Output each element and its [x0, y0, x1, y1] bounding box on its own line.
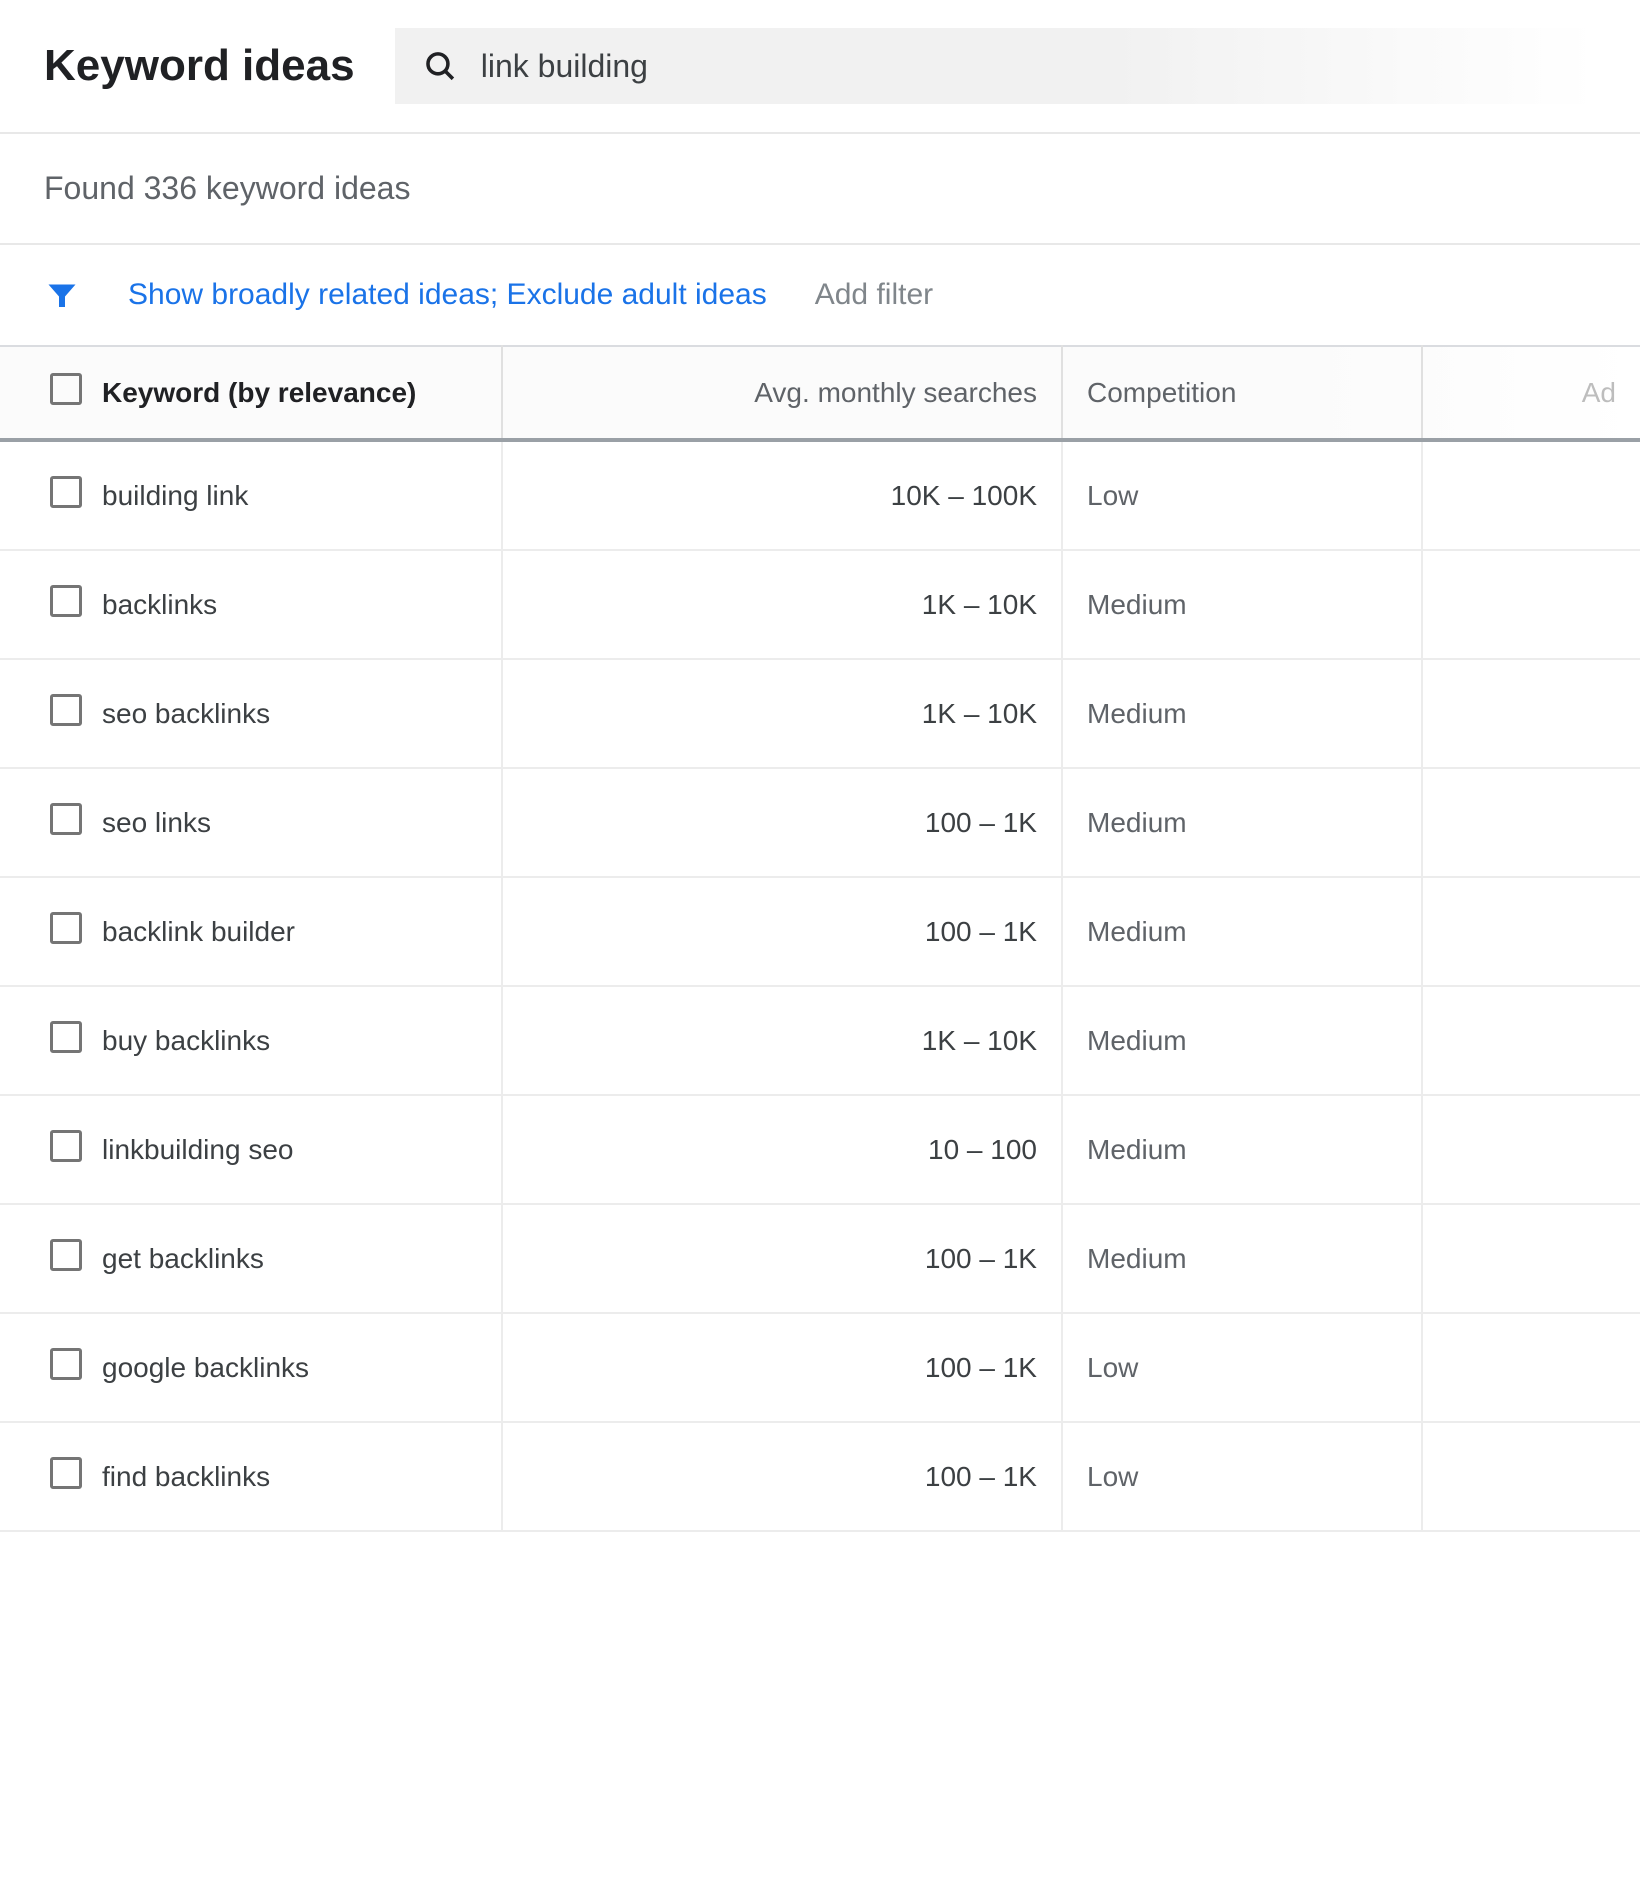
ad-cell: [1422, 1422, 1640, 1531]
table-row: seo links100 – 1KMedium: [0, 768, 1640, 877]
row-checkbox-cell[interactable]: [0, 1313, 102, 1422]
page-title: Keyword ideas: [44, 41, 355, 91]
row-checkbox-cell[interactable]: [0, 986, 102, 1095]
column-header-searches[interactable]: Avg. monthly searches: [502, 346, 1062, 440]
search-icon: [423, 48, 457, 84]
competition-cell: Medium: [1062, 768, 1422, 877]
keyword-cell[interactable]: buy backlinks: [102, 986, 502, 1095]
add-filter-button[interactable]: Add filter: [815, 278, 933, 312]
keyword-cell[interactable]: get backlinks: [102, 1204, 502, 1313]
row-checkbox-cell[interactable]: [0, 768, 102, 877]
table-row: backlink builder100 – 1KMedium: [0, 877, 1640, 986]
ad-cell: [1422, 550, 1640, 659]
keyword-cell[interactable]: backlinks: [102, 550, 502, 659]
ad-cell: [1422, 440, 1640, 550]
ad-cell: [1422, 1313, 1640, 1422]
select-all-header[interactable]: [0, 346, 102, 440]
row-checkbox-cell[interactable]: [0, 1095, 102, 1204]
row-checkbox[interactable]: [50, 1348, 82, 1380]
keyword-cell[interactable]: google backlinks: [102, 1313, 502, 1422]
competition-cell: Low: [1062, 440, 1422, 550]
row-checkbox-cell[interactable]: [0, 877, 102, 986]
keyword-cell[interactable]: seo links: [102, 768, 502, 877]
competition-cell: Low: [1062, 1422, 1422, 1531]
ad-cell: [1422, 877, 1640, 986]
keyword-cell[interactable]: linkbuilding seo: [102, 1095, 502, 1204]
competition-cell: Low: [1062, 1313, 1422, 1422]
searches-cell: 1K – 10K: [502, 659, 1062, 768]
keyword-cell[interactable]: find backlinks: [102, 1422, 502, 1531]
table-row: get backlinks100 – 1KMedium: [0, 1204, 1640, 1313]
row-checkbox-cell[interactable]: [0, 440, 102, 550]
filter-bar: Show broadly related ideas; Exclude adul…: [0, 243, 1640, 345]
header-bar: Keyword ideas: [0, 0, 1640, 132]
search-input[interactable]: [481, 48, 1568, 85]
row-checkbox[interactable]: [50, 1021, 82, 1053]
row-checkbox[interactable]: [50, 1457, 82, 1489]
searches-cell: 1K – 10K: [502, 986, 1062, 1095]
found-count-text: Found 336 keyword ideas: [0, 132, 1640, 243]
applied-filters-link[interactable]: Show broadly related ideas; Exclude adul…: [128, 278, 767, 312]
searches-cell: 10 – 100: [502, 1095, 1062, 1204]
keyword-cell[interactable]: building link: [102, 440, 502, 550]
table-row: backlinks1K – 10KMedium: [0, 550, 1640, 659]
ad-cell: [1422, 659, 1640, 768]
competition-cell: Medium: [1062, 1095, 1422, 1204]
table-row: google backlinks100 – 1KLow: [0, 1313, 1640, 1422]
search-box[interactable]: [395, 28, 1596, 104]
searches-cell: 100 – 1K: [502, 1313, 1062, 1422]
row-checkbox[interactable]: [50, 912, 82, 944]
table-row: buy backlinks1K – 10KMedium: [0, 986, 1640, 1095]
competition-cell: Medium: [1062, 659, 1422, 768]
row-checkbox-cell[interactable]: [0, 659, 102, 768]
ad-cell: [1422, 1204, 1640, 1313]
competition-cell: Medium: [1062, 986, 1422, 1095]
table-row: find backlinks100 – 1KLow: [0, 1422, 1640, 1531]
row-checkbox-cell[interactable]: [0, 550, 102, 659]
competition-cell: Medium: [1062, 1204, 1422, 1313]
column-header-ad[interactable]: Ad: [1422, 346, 1640, 440]
keyword-ideas-table: Keyword (by relevance) Avg. monthly sear…: [0, 345, 1640, 1532]
row-checkbox-cell[interactable]: [0, 1422, 102, 1531]
searches-cell: 100 – 1K: [502, 1204, 1062, 1313]
searches-cell: 1K – 10K: [502, 550, 1062, 659]
column-header-keyword[interactable]: Keyword (by relevance): [102, 346, 502, 440]
searches-cell: 100 – 1K: [502, 877, 1062, 986]
searches-cell: 100 – 1K: [502, 768, 1062, 877]
ad-cell: [1422, 986, 1640, 1095]
row-checkbox[interactable]: [50, 1130, 82, 1162]
table-row: building link10K – 100KLow: [0, 440, 1640, 550]
keyword-cell[interactable]: seo backlinks: [102, 659, 502, 768]
ad-cell: [1422, 768, 1640, 877]
competition-cell: Medium: [1062, 877, 1422, 986]
table-row: linkbuilding seo10 – 100Medium: [0, 1095, 1640, 1204]
searches-cell: 100 – 1K: [502, 1422, 1062, 1531]
keyword-cell[interactable]: backlink builder: [102, 877, 502, 986]
table-row: seo backlinks1K – 10KMedium: [0, 659, 1640, 768]
searches-cell: 10K – 100K: [502, 440, 1062, 550]
column-header-competition[interactable]: Competition: [1062, 346, 1422, 440]
row-checkbox[interactable]: [50, 585, 82, 617]
row-checkbox[interactable]: [50, 694, 82, 726]
select-all-checkbox[interactable]: [50, 373, 82, 405]
row-checkbox[interactable]: [50, 803, 82, 835]
competition-cell: Medium: [1062, 550, 1422, 659]
row-checkbox-cell[interactable]: [0, 1204, 102, 1313]
table-header-row: Keyword (by relevance) Avg. monthly sear…: [0, 346, 1640, 440]
filter-icon[interactable]: [44, 277, 80, 313]
row-checkbox[interactable]: [50, 476, 82, 508]
ad-cell: [1422, 1095, 1640, 1204]
row-checkbox[interactable]: [50, 1239, 82, 1271]
